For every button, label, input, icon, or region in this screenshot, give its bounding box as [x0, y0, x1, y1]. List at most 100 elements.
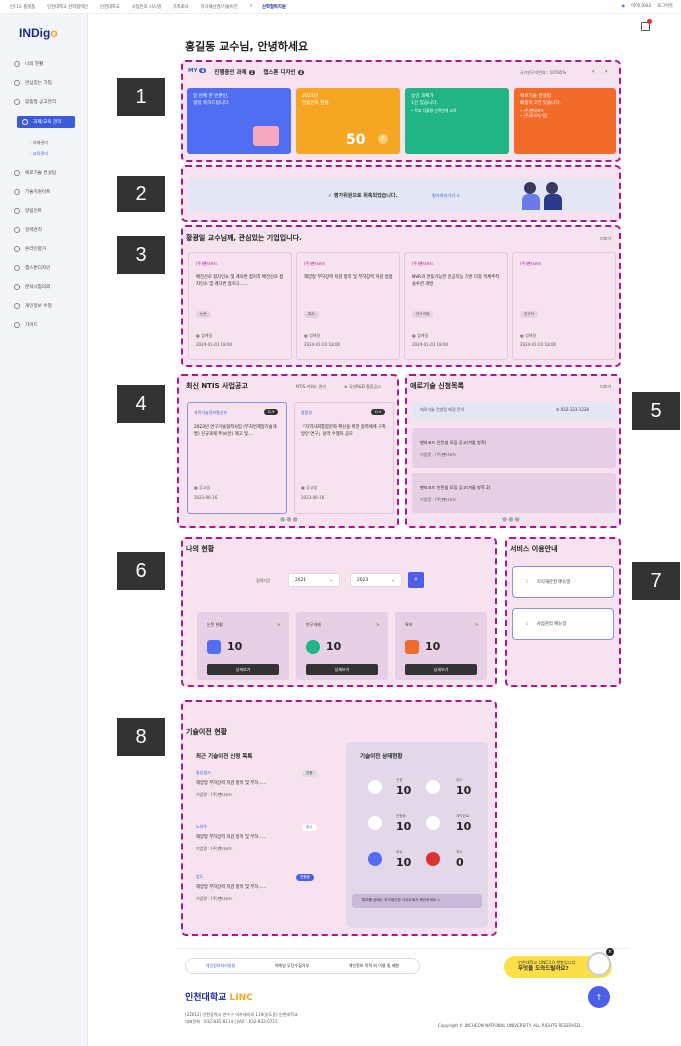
- copyright: Copyright © INCHEON NATIONAL UNIVERSITY.…: [438, 1023, 582, 1028]
- search-icon: [14, 227, 20, 233]
- detail-button[interactable]: 상세보기: [405, 664, 477, 675]
- close-icon[interactable]: ×: [606, 948, 614, 956]
- sidebar-item-capstone[interactable]: 캡스톤디자인: [14, 265, 50, 271]
- sidebar-item-consulting[interactable]: 애로기술 컨설팅: [14, 170, 56, 176]
- top-link[interactable]: 사업관리 시스템: [132, 4, 161, 10]
- section-number: 6: [117, 552, 165, 590]
- rnd-link[interactable]: ⊕ 국가R&D 통합공고: [344, 384, 381, 390]
- consulting-more-link[interactable]: 더보기: [600, 384, 611, 390]
- transfer-item[interactable]: 통상실시 신청 해양형 부하장력 저감 항목 및 부하...... 기업명 : …: [196, 770, 322, 808]
- inbox-icon: [426, 780, 440, 794]
- ntis-card[interactable]: 종합부 D-9 「지역사회통합문화 확산을 위한 협력체계 구축방안 연구」용역…: [294, 402, 394, 514]
- transfer-item[interactable]: 양도 진행중 해양형 부하장력 저감 항목 및 부하...... 기업명 : (…: [196, 874, 322, 912]
- people-illustration-icon: [520, 180, 570, 210]
- interest-card[interactable]: (주)펜타코드 연구자 ▦ 검색일 2024-01-03 18:00: [512, 252, 616, 360]
- evaluator-text: ✓ 평가위원으로 위촉되었습니다.: [328, 193, 398, 199]
- section-number: 8: [117, 718, 165, 756]
- tab-my[interactable]: MY 6: [188, 68, 207, 76]
- footer-logo: 인천대학교 LINC: [185, 993, 253, 1003]
- year-from-select[interactable]: 2021 ⌄: [288, 573, 340, 587]
- book-icon: [207, 640, 221, 654]
- bulb-icon: [14, 265, 20, 271]
- calendar-icon: ▦ 검색일: [304, 333, 321, 338]
- sidebar-item-guide[interactable]: 가이드: [14, 322, 38, 328]
- sidebar-item-tech-support[interactable]: 기술지원이트: [14, 189, 50, 195]
- stat-card-patent: 특허 > 10 상세보기: [395, 612, 487, 680]
- evaluate-link[interactable]: 평가하러가기 >: [432, 193, 460, 199]
- project-manual-button[interactable]: ⇩ 사업관리 매뉴얼: [512, 608, 614, 640]
- interest-title: 황광일 교수님께, 관심있는 기업입니다.: [186, 234, 302, 242]
- birthday-card[interactable]: 일 년에 한 번뿐인, 생일 축하드립니다.: [187, 88, 291, 154]
- consulting-item[interactable]: [412, 428, 616, 468]
- transfer-item[interactable]: 노하우 접수 해양형 부하장력 저감 항목 및 부하...... 기업명 : (…: [196, 824, 322, 862]
- tech-icon: [14, 189, 20, 195]
- brand-logo[interactable]: INDigo: [19, 26, 58, 40]
- notification-icon[interactable]: [641, 19, 652, 31]
- consulting-title: 애로기술 신청목록: [410, 382, 464, 390]
- interest-card[interactable]: (주)펜타코드 해양형 부하장력 저감 항목 및 부하장력 저감 방법 특허 ▦…: [296, 252, 400, 360]
- ip-site-link[interactable]: 특허를 상태는 지식재산권 사이트에서 확인하세요 >: [352, 894, 482, 908]
- download-icon: ⇩: [525, 621, 529, 627]
- carousel-dots[interactable]: ●●●: [280, 516, 299, 523]
- top-link[interactable]: 인디고 플랫폼: [10, 4, 35, 10]
- gear-icon: [405, 640, 419, 654]
- sidebar-sub-edu[interactable]: · 교육관리: [30, 151, 48, 157]
- footer-divider: [176, 948, 628, 949]
- ip-manual-button[interactable]: ⇩ 지식재산권 매뉴얼: [512, 566, 614, 598]
- scroll-top-button[interactable]: ↑: [588, 986, 610, 1008]
- sidebar-item-custom-notice[interactable]: 맞춤형 공고관리: [14, 99, 56, 105]
- heart-icon: [14, 80, 20, 86]
- bulb-icon: [306, 640, 320, 654]
- search-icon[interactable]: ⌕: [250, 4, 252, 9]
- interest-more-link[interactable]: 더보기: [600, 236, 611, 242]
- shield-icon: [14, 284, 20, 290]
- detail-button[interactable]: 상세보기: [207, 664, 279, 675]
- sidebar-item-search[interactable]: 검색관리: [14, 227, 42, 233]
- loading-icon: [368, 816, 382, 830]
- top-link[interactable]: 인천대학교 산학협력단: [47, 4, 88, 10]
- tab-ongoing[interactable]: 진행중인 과제 2: [214, 68, 256, 76]
- transfer-list-title: 최근 기술이전 신청 목록: [196, 754, 253, 760]
- sidebar-item-task-edu[interactable]: 과제/교육 관리: [17, 116, 75, 128]
- sidebar-item-profile[interactable]: 개인정보 수정: [14, 303, 52, 309]
- next-arrow-icon[interactable]: ›: [605, 68, 607, 75]
- consulting-card[interactable]: 애로기술 컨설팅 배정이 2건 있습니다. • (주)펜타코드 • (주)목사미기…: [514, 88, 616, 154]
- check-icon: [368, 852, 382, 866]
- chevron-down-icon: ⌄: [329, 578, 333, 583]
- sidebar-item-my-status[interactable]: 나의 현황: [14, 61, 43, 67]
- service-title: 서비스 이용안내: [510, 545, 558, 553]
- search-button[interactable]: ⌕: [408, 572, 424, 588]
- center-logo[interactable]: 산학협력지원: [262, 4, 286, 10]
- transfer-status-title: 기술이전 상태현황: [360, 754, 403, 760]
- footer-address: (22012) 인천광역시 연수구 아카데미로 119(송도동) 인천대학교 대표…: [185, 1012, 298, 1024]
- privacy-link[interactable]: 개인정보처리방침: [206, 963, 235, 969]
- sidebar-sub-task[interactable]: · 과제관리: [30, 140, 48, 146]
- interest-card[interactable]: (주)펜타코드 NVR과 연동가능한 인공지능 기반 다중 객체추적 솔루션 개…: [404, 252, 508, 360]
- tab-capstone[interactable]: 캡스톤 디자인 4: [263, 68, 305, 76]
- calendar-icon: ▦ 검색일: [196, 333, 213, 338]
- point-card[interactable]: 2023년 알림인트 현황 50 P: [296, 88, 400, 154]
- sidebar-item-point[interactable]: 알림인트: [14, 208, 42, 214]
- sidebar-item-interest-company[interactable]: 관심있는 기업: [14, 80, 52, 86]
- top-link[interactable]: 인천대학교: [100, 4, 120, 10]
- sidebar-item-analysis[interactable]: 분석시험의뢰: [14, 284, 50, 290]
- interest-card[interactable]: (주)펜타코드 배전선로 접지인소 및 계자번 접지각 배전선로 접지인소 및 …: [188, 252, 292, 360]
- logout-link[interactable]: 로그아웃: [657, 3, 673, 9]
- privacy-limit-link[interactable]: 개인정보 목적 외 이용 및 제한: [349, 963, 400, 969]
- email-refuse-link[interactable]: 이메일 무단수집거부: [275, 963, 309, 969]
- year-to-select[interactable]: 2023 ⌄: [350, 573, 402, 587]
- ntis-keyword-link[interactable]: NTIS 키워드 관리: [296, 384, 326, 390]
- top-link[interactable]: 가족회사: [173, 4, 189, 10]
- consulting-item[interactable]: [412, 473, 616, 513]
- user-name[interactable]: 아이디002: [631, 3, 651, 9]
- period-label: 검색기간: [256, 578, 271, 583]
- ntis-card[interactable]: 과학기술정보통신부 D-9 2023년 연구기술협력사업 (부처연계형기술개발)…: [187, 402, 287, 514]
- detail-button[interactable]: 상세보기: [306, 664, 378, 675]
- carousel-dots[interactable]: ●●●: [502, 516, 521, 523]
- approved-task-card[interactable]: 승인 과제가 1건 있습니다. • 학교 자율형 산학연계 교육: [405, 88, 509, 154]
- prev-arrow-icon[interactable]: ‹: [592, 68, 594, 75]
- calendar-icon: ▦ 공고일: [194, 485, 211, 490]
- top-link[interactable]: 지식재산권/기술이전: [201, 4, 238, 10]
- sidebar-item-online-eval[interactable]: 온라인평가: [14, 246, 46, 252]
- section-number: 3: [117, 236, 165, 274]
